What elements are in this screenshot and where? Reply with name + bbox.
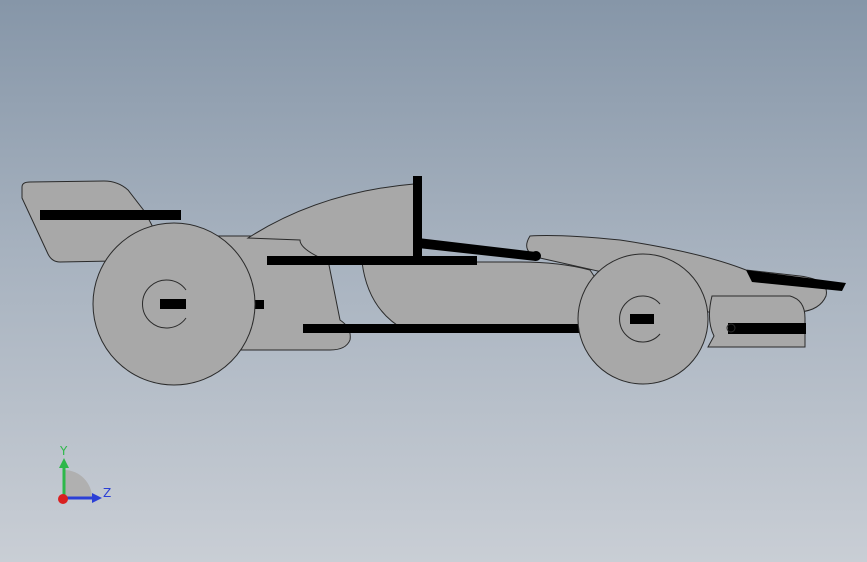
x-axis-dot xyxy=(58,494,68,504)
z-axis-label: Z xyxy=(103,486,111,500)
coordinate-triad-icon: Y Z xyxy=(58,444,111,504)
cad-viewport[interactable]: Y Z xyxy=(0,0,867,562)
y-axis-label: Y xyxy=(59,444,68,458)
